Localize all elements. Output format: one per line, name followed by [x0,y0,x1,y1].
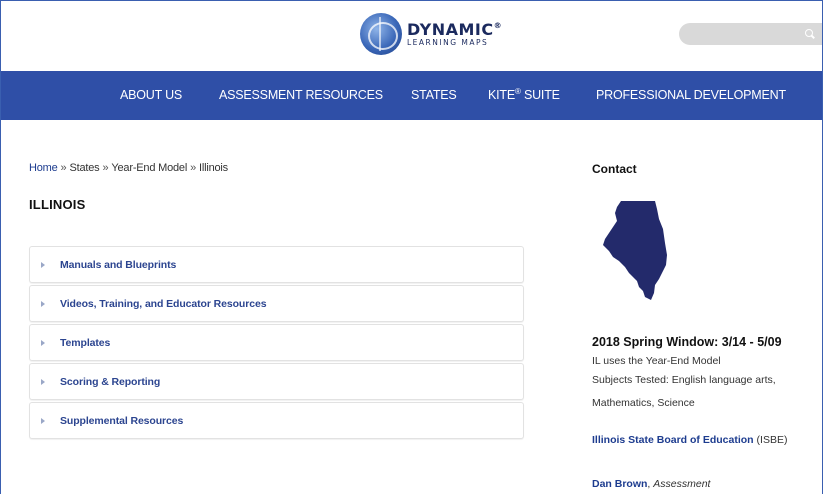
nav-item-professional-development[interactable]: PROFESSIONAL DEVELOPMENT [596,71,786,120]
accordion-label: Manuals and Blueprints [60,258,177,271]
logo-tagline: LEARNING MAPS [407,37,489,47]
illinois-map-icon [603,201,667,300]
caret-right-icon [41,261,45,268]
breadcrumb: Home» States» Year-End Model» Illinois [29,162,228,174]
accordion-item-manuals[interactable]: Manuals and Blueprints [29,246,524,283]
accordion-label: Videos, Training, and Educator Resources [60,297,267,310]
nav-item-about-us[interactable]: ABOUT US [120,71,182,120]
main-nav: ABOUT US ASSESSMENT RESOURCES STATES KIT… [1,71,822,120]
illinois-shape [603,201,667,300]
page-title: ILLINOIS [29,197,86,212]
accordion-item-supplemental[interactable]: Supplemental Resources [29,402,524,439]
breadcrumb-states[interactable]: States [69,162,99,174]
breadcrumb-home[interactable]: Home [29,162,58,174]
logo-wordmark: DYNAMIC® [407,19,503,39]
caret-right-icon [41,417,45,424]
spring-window-title: 2018 Spring Window: 3/14 - 5/09 [592,335,782,349]
isbe-link[interactable]: Illinois State Board of Education [592,434,754,446]
contact-heading: Contact [592,162,637,176]
caret-right-icon [41,339,45,346]
subjects-line-2: Mathematics, Science [592,397,695,409]
site-logo[interactable]: DYNAMIC® LEARNING MAPS [360,13,502,55]
accordion-label: Supplemental Resources [60,414,184,427]
accordion-item-videos[interactable]: Videos, Training, and Educator Resources [29,285,524,322]
breadcrumb-year-end-model[interactable]: Year-End Model [111,162,187,174]
accordion-item-templates[interactable]: Templates [29,324,524,361]
search-icon[interactable] [803,27,817,41]
contact-name-link[interactable]: Dan Brown [592,478,647,490]
accordion-label: Scoring & Reporting [60,375,161,388]
accordion-label: Templates [60,336,111,349]
caret-right-icon [41,378,45,385]
resource-accordion: Manuals and Blueprints Videos, Training,… [29,246,524,441]
site-header: DYNAMIC® LEARNING MAPS [1,1,822,71]
nav-item-states[interactable]: STATES [411,71,457,120]
contact-role: Assessment [653,478,711,490]
model-line: IL uses the Year-End Model [592,355,721,367]
subjects-line: Subjects Tested: English language arts, [592,374,776,386]
globe-icon [360,13,402,55]
logo-text: DYNAMIC® LEARNING MAPS [407,19,503,47]
board-line: Illinois State Board of Education (ISBE) [592,434,788,446]
contact-line: Dan Brown, Assessment [592,478,711,490]
page-frame: DYNAMIC® LEARNING MAPS ABOUT US ASSESSME… [0,0,823,494]
nav-item-kite-suite[interactable]: KITE® SUITE [488,71,560,120]
breadcrumb-current: Illinois [199,162,228,174]
search-input[interactable] [679,23,822,45]
nav-item-assessment-resources[interactable]: ASSESSMENT RESOURCES [219,71,383,120]
caret-right-icon [41,300,45,307]
accordion-item-scoring[interactable]: Scoring & Reporting [29,363,524,400]
